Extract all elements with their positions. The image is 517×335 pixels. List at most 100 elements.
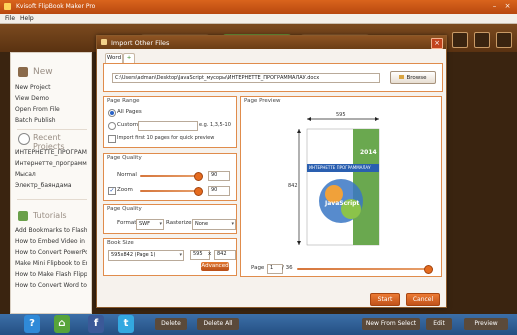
sidebar-item-open-file[interactable]: Open From File: [15, 106, 87, 113]
start-button[interactable]: Start: [370, 293, 400, 306]
custom-hint: e.g. 1,3,5-10: [199, 122, 231, 128]
recent-item[interactable]: Интернетте_программала: [15, 160, 87, 167]
rasterize-select[interactable]: None: [192, 219, 236, 230]
all-pages-label: All Pages: [117, 109, 142, 115]
sidebar: New New Project View Demo Open From File…: [10, 52, 92, 314]
page-format-title: Page Quality: [107, 206, 142, 212]
twitter-icon[interactable]: t: [118, 315, 134, 333]
page-range-group: Page Range All Pages Custom e.g. 1,3,5-1…: [103, 96, 237, 148]
menu-bar: File Help: [0, 14, 517, 24]
page-label: Page: [251, 265, 265, 271]
zoom-quality-slider[interactable]: [140, 190, 202, 192]
sidebar-item-batch-publish[interactable]: Batch Publish: [15, 117, 87, 124]
recent-item[interactable]: Электр_баяндама: [15, 182, 87, 189]
new-project-icon: [18, 67, 28, 77]
toolbar-image2-icon[interactable]: [496, 32, 512, 48]
page-preview-group: Page Preview 595 842 2014 ИНТЕРНЕТТЕ ПРО…: [240, 96, 442, 277]
page-quality-group: Page Quality Normal 90 ✓ Zoom 90: [103, 153, 237, 201]
page-quality-title: Page Quality: [107, 155, 142, 161]
home-icon[interactable]: ⌂: [54, 315, 70, 333]
book-size-select[interactable]: 595x842 (Page 1): [108, 250, 184, 261]
dialog-title: Import Other Files: [111, 39, 170, 47]
tutorial-item[interactable]: Make Mini Flipbook to Embe: [15, 260, 87, 267]
minimize-icon[interactable]: –: [490, 3, 499, 10]
page-number-input[interactable]: 1: [267, 264, 283, 274]
preview-height-label: 842: [288, 183, 298, 189]
folder-icon: [399, 75, 405, 79]
browse-button[interactable]: Browse: [390, 71, 436, 84]
page-slider[interactable]: [297, 268, 433, 270]
zoom-checkbox[interactable]: ✓: [108, 187, 116, 195]
menu-file[interactable]: File: [5, 15, 15, 22]
custom-radio[interactable]: [108, 122, 116, 130]
import-dialog: Import Other Files × Word + C:\Users\adm…: [96, 35, 447, 308]
page-slider-thumb[interactable]: [424, 265, 433, 274]
tutorial-item[interactable]: How to Embed Video in HT: [15, 238, 87, 245]
advanced-button[interactable]: Advanced: [201, 262, 229, 271]
cancel-button[interactable]: Cancel: [406, 293, 440, 306]
page-format-group: Page Quality Format SWF Rasterize None: [103, 204, 237, 234]
facebook-icon[interactable]: f: [88, 315, 104, 333]
normal-label: Normal: [117, 172, 137, 178]
sidebar-item-view-demo[interactable]: View Demo: [15, 95, 87, 102]
app-titlebar: Kvisoft FlipBook Maker Pro – ×: [0, 0, 517, 14]
page-total-label: / 36: [282, 265, 293, 271]
edit-button[interactable]: Edit: [426, 318, 452, 330]
divider: [17, 129, 87, 130]
delete-all-button[interactable]: Delete All: [197, 318, 239, 330]
dialog-titlebar: Import Other Files ×: [97, 36, 446, 49]
delete-button[interactable]: Delete: [155, 318, 187, 330]
arrow-up-icon: [297, 129, 301, 133]
zoom-label: Zoom: [117, 187, 133, 193]
clock-icon: [18, 133, 30, 145]
toolbar-image-icon[interactable]: [474, 32, 490, 48]
divider: [17, 199, 87, 200]
app-logo-icon: [4, 3, 11, 10]
size-x-label: x: [208, 251, 212, 257]
first10-label: Import first 10 pages for quick preview: [117, 135, 215, 141]
sidebar-item-new-project[interactable]: New Project: [15, 84, 87, 91]
zoom-quality-input[interactable]: 90: [208, 186, 230, 196]
close-window-icon[interactable]: ×: [503, 3, 512, 10]
recent-item[interactable]: ИНТЕРНЕТТЕ_ПРОГРАММА: [15, 149, 87, 156]
book-height-input[interactable]: 842: [214, 250, 236, 260]
toolbar-grid-icon[interactable]: [452, 32, 468, 48]
tutorials-icon: [18, 211, 28, 221]
rasterize-label: Rasterize: [166, 220, 192, 226]
dialog-icon: [101, 39, 107, 45]
recent-item[interactable]: Мысал: [15, 171, 87, 178]
tutorial-item[interactable]: How to Convert PowerPoi: [15, 249, 87, 256]
zoom-slider-thumb[interactable]: [193, 187, 203, 196]
help-icon[interactable]: ?: [24, 315, 40, 333]
arrow-right-icon: [375, 117, 379, 121]
preview-width-label: 595: [336, 112, 346, 118]
close-icon[interactable]: ×: [431, 38, 443, 49]
normal-quality-input[interactable]: 90: [208, 171, 230, 181]
file-path-input[interactable]: C:\Users\adman\Desktop\JavaScript_мусоры…: [112, 73, 380, 83]
tutorial-item[interactable]: How to Make Flash Flipping: [15, 271, 87, 278]
new-from-select-button[interactable]: New From Select: [362, 318, 420, 330]
bottom-bar: ? ⌂ f t Delete Delete All New From Selec…: [0, 314, 517, 335]
book-width-input[interactable]: 595: [190, 250, 210, 260]
preview-button[interactable]: Preview: [464, 318, 508, 330]
custom-range-input[interactable]: [138, 121, 198, 131]
menu-help[interactable]: Help: [20, 15, 34, 22]
normal-quality-slider[interactable]: [140, 175, 202, 177]
format-label: Format: [117, 220, 137, 226]
tutorial-item[interactable]: How to Convert Word to H: [15, 282, 87, 289]
app-title: Kvisoft FlipBook Maker Pro: [16, 3, 96, 10]
all-pages-radio[interactable]: [108, 109, 116, 117]
dialog-tabs: Word +: [103, 53, 443, 64]
sidebar-new-heading: New: [33, 67, 53, 77]
browse-label: Browse: [406, 75, 427, 81]
cover-title: ИНТЕРНЕТТЕ ПРОГРАММАЛАУ: [309, 165, 371, 170]
format-select[interactable]: SWF: [136, 219, 164, 230]
cover-logo: JavaScript: [325, 200, 360, 207]
tutorial-item[interactable]: Add Bookmarks to Flash Fa: [15, 227, 87, 234]
file-area: C:\Users\adman\Desktop\JavaScript_мусоры…: [103, 63, 443, 92]
custom-label: Custom: [117, 122, 139, 128]
sidebar-tutorials-heading: Tutorials: [33, 211, 67, 220]
cover-year: 2014: [360, 149, 377, 156]
first10-checkbox[interactable]: [108, 135, 116, 143]
normal-slider-thumb[interactable]: [193, 172, 203, 181]
